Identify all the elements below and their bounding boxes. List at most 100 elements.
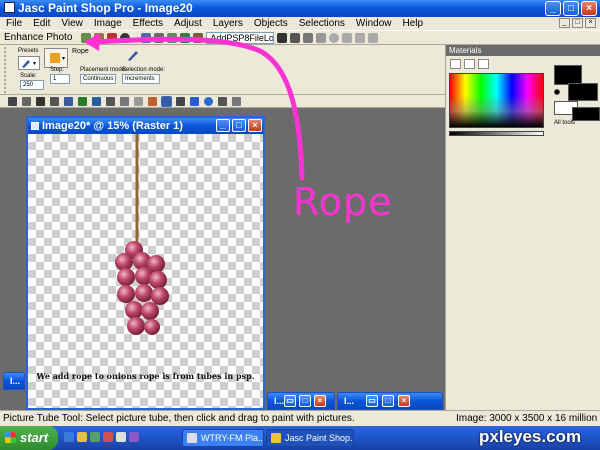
restore-button[interactable]: ▭ xyxy=(366,395,378,407)
rainbow-tab-icon[interactable] xyxy=(464,59,475,69)
swatches-tab-icon[interactable] xyxy=(478,59,489,69)
scratch-remover-icon[interactable] xyxy=(120,96,129,106)
mdi-minimize-button[interactable]: _ xyxy=(559,18,570,28)
edit-script-icon[interactable] xyxy=(303,32,314,43)
menu-layers[interactable]: Layers xyxy=(213,17,243,30)
taskbar-task-radio[interactable]: WTRY-FM Pla... xyxy=(182,429,264,447)
menu-view[interactable]: View xyxy=(61,17,83,30)
tool-options-palette: Presets Rope Scale: 250 Step: 1 Placemen… xyxy=(0,45,445,95)
tree-icon[interactable] xyxy=(167,32,178,43)
minimized-window-2[interactable]: I... ▭ □ × xyxy=(267,392,335,410)
shape-tool-icon[interactable] xyxy=(204,96,213,106)
close-button[interactable]: × xyxy=(314,395,326,407)
folder-icon[interactable] xyxy=(77,432,87,442)
enhance-photo-menu[interactable]: Enhance Photo xyxy=(4,32,72,43)
histogram-icon[interactable] xyxy=(141,32,152,43)
background-swatch[interactable] xyxy=(568,83,598,101)
app-shortcut-icon[interactable] xyxy=(129,432,139,442)
frame-tab-icon[interactable] xyxy=(450,59,461,69)
menu-edit[interactable]: Edit xyxy=(33,17,50,30)
all-tools-checkbox[interactable]: All tools xyxy=(554,120,575,126)
maximize-button[interactable]: □ xyxy=(299,395,311,407)
messenger-icon[interactable] xyxy=(103,432,113,442)
minimized-window-3[interactable]: I... ▭ □ × xyxy=(337,392,443,410)
warp-brush-icon[interactable] xyxy=(232,96,241,106)
grayscale-bar[interactable] xyxy=(449,131,544,136)
tube-thumbnail[interactable] xyxy=(44,48,68,68)
desktop-icon[interactable] xyxy=(116,432,126,442)
picture-tube-tool-icon[interactable] xyxy=(161,95,172,107)
pan-tool-icon[interactable] xyxy=(8,96,17,106)
color-spectrum[interactable] xyxy=(449,73,544,128)
zoom-tool-icon[interactable] xyxy=(22,96,31,106)
mdi-restore-button[interactable]: □ xyxy=(572,18,583,28)
background-properties-swatch[interactable] xyxy=(572,107,600,121)
taskbar-task-paintshop[interactable]: Jasc Paint Shop... xyxy=(266,429,354,447)
document-title-bar[interactable]: Image20* @ 15% (Raster 1) _ □ × xyxy=(28,118,263,134)
foreground-swatch[interactable] xyxy=(554,65,582,85)
image-canvas[interactable]: We add rope to onions rope is from tubes… xyxy=(28,134,263,408)
menu-objects[interactable]: Objects xyxy=(254,17,288,30)
menu-help[interactable]: Help xyxy=(402,17,423,30)
document-title: Image20* @ 15% (Raster 1) xyxy=(42,120,183,132)
placement-mode-select[interactable]: Continuous xyxy=(80,74,116,84)
save-script-icon[interactable] xyxy=(368,32,379,43)
document-maximize-button[interactable]: □ xyxy=(232,119,246,132)
dodge-tool-icon[interactable] xyxy=(134,96,143,106)
preset-dropdown[interactable] xyxy=(18,56,40,70)
document-close-button[interactable]: × xyxy=(248,119,262,132)
step-field[interactable]: 1 xyxy=(50,74,70,84)
selection-tool-icon[interactable] xyxy=(64,96,73,106)
text-tool-icon[interactable] xyxy=(190,96,199,106)
move-tool-icon[interactable] xyxy=(50,96,59,106)
maximize-button[interactable]: □ xyxy=(563,1,579,16)
script-select[interactable]: AddPSP8FileLo... xyxy=(206,31,275,44)
menu-effects[interactable]: Effects xyxy=(133,17,163,30)
menu-selections[interactable]: Selections xyxy=(299,17,345,30)
scale-field[interactable]: 250 xyxy=(20,80,44,90)
ie-icon[interactable] xyxy=(64,432,74,442)
stop-script-icon[interactable] xyxy=(355,32,366,43)
color-balance-icon[interactable] xyxy=(94,32,105,43)
dropper-tool-icon[interactable] xyxy=(78,96,87,106)
red-eye-icon[interactable] xyxy=(107,32,118,43)
record-script-icon[interactable] xyxy=(329,32,340,43)
run-script-icon[interactable] xyxy=(277,32,288,43)
minimized-window-1[interactable]: I... xyxy=(3,372,25,390)
tools-toolbar xyxy=(0,95,445,108)
start-button[interactable]: start xyxy=(0,426,58,450)
selection-mode-select[interactable]: Increments xyxy=(122,74,160,84)
palette-grip[interactable] xyxy=(4,47,8,93)
sharpen-icon[interactable] xyxy=(120,32,131,43)
pen-tool-icon[interactable] xyxy=(218,96,227,106)
landscape-icon[interactable] xyxy=(193,32,204,43)
eraser-tool-icon[interactable] xyxy=(148,96,157,106)
close-button[interactable]: × xyxy=(581,1,597,16)
minimize-button[interactable]: _ xyxy=(545,1,561,16)
menu-file[interactable]: File xyxy=(6,17,22,30)
media-icon[interactable] xyxy=(90,432,100,442)
script-mode-icon[interactable] xyxy=(290,32,301,43)
menu-adjust[interactable]: Adjust xyxy=(174,17,202,30)
tube-options-icon[interactable] xyxy=(126,48,140,62)
menu-window[interactable]: Window xyxy=(356,17,392,30)
restore-button[interactable]: ▭ xyxy=(284,395,296,407)
menu-image[interactable]: Image xyxy=(94,17,122,30)
fg-material-icon[interactable] xyxy=(554,89,560,95)
document-minimize-button[interactable]: _ xyxy=(216,119,230,132)
document-window[interactable]: Image20* @ 15% (Raster 1) _ □ × We add r… xyxy=(26,116,265,410)
tree-alt-icon[interactable] xyxy=(180,32,191,43)
fill-tool-icon[interactable] xyxy=(176,96,185,106)
app-icon xyxy=(4,2,15,13)
status-bar: Picture Tube Tool: Select picture tube, … xyxy=(0,410,600,426)
one-step-fix-icon[interactable] xyxy=(81,32,92,43)
paint-brush-tool-icon[interactable] xyxy=(92,96,101,106)
cancel-script-icon[interactable] xyxy=(316,32,327,43)
mask-icon[interactable] xyxy=(154,32,165,43)
clone-tool-icon[interactable] xyxy=(106,96,115,106)
maximize-button[interactable]: □ xyxy=(382,395,394,407)
mdi-close-button[interactable]: × xyxy=(585,18,596,28)
deform-tool-icon[interactable] xyxy=(36,96,45,106)
pause-script-icon[interactable] xyxy=(342,32,353,43)
close-button[interactable]: × xyxy=(398,395,410,407)
